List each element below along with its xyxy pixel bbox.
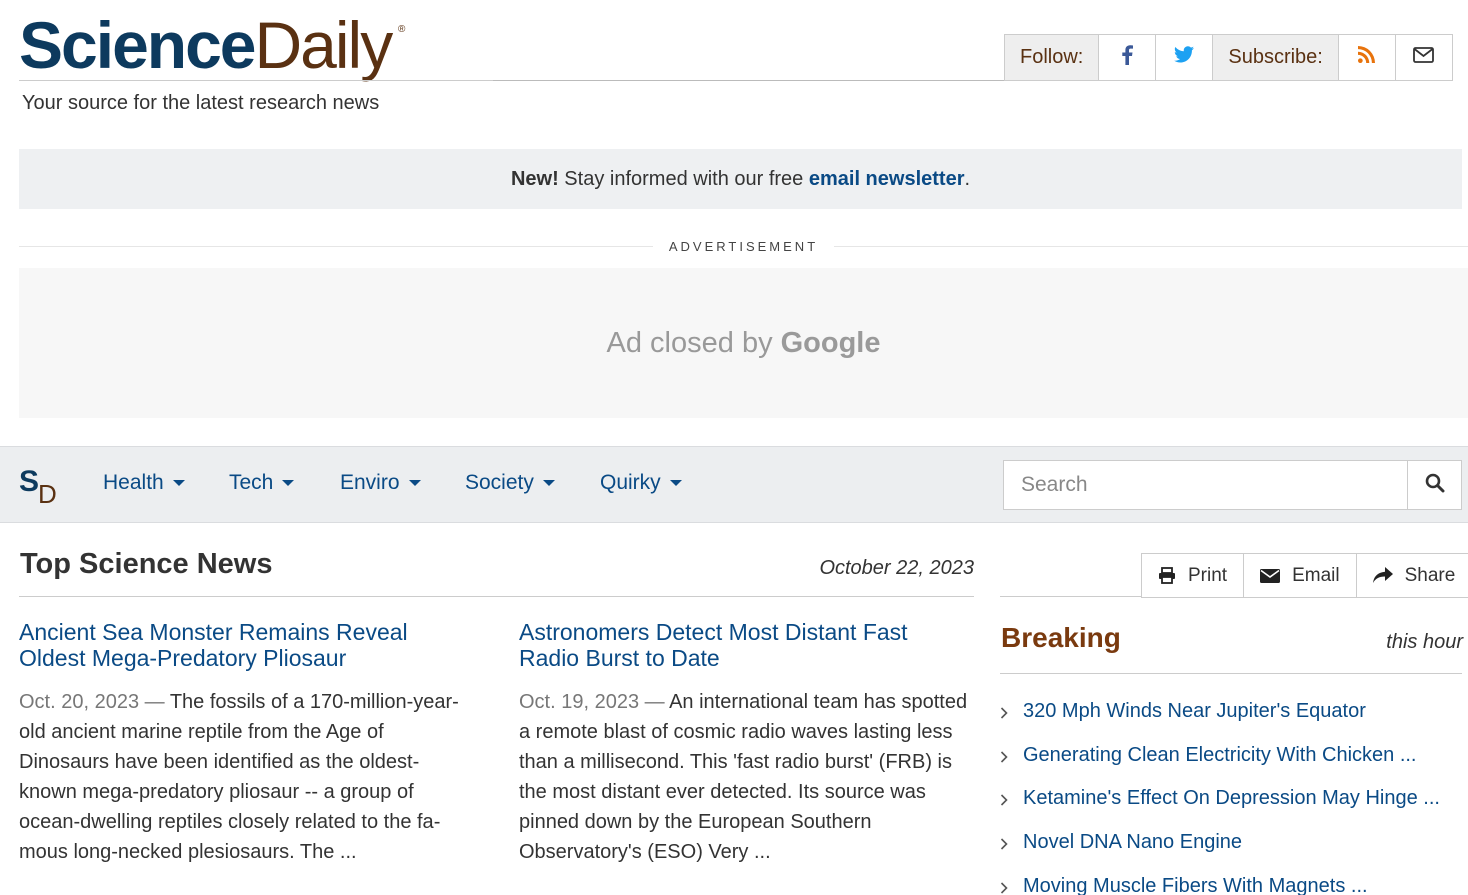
story-headline[interactable]: Ancient Sea Monster Remains Reveal Oldes… xyxy=(19,619,474,671)
nav-item-quirky[interactable]: Quirky xyxy=(600,471,682,495)
story-date: Oct. 20, 2023 xyxy=(19,691,140,713)
nav-item-label: Tech xyxy=(229,471,274,494)
story-headline[interactable]: Astronomers Detect Most Distant Fast Rad… xyxy=(519,619,974,671)
nav-home-logo[interactable]: S D xyxy=(19,465,63,509)
registered-mark: ® xyxy=(398,24,406,35)
envelope-icon xyxy=(1413,46,1435,69)
newsletter-banner: New! Stay informed with our free email n… xyxy=(19,149,1462,209)
logo-daily: Daily xyxy=(254,8,394,82)
breaking-divider xyxy=(1000,673,1462,674)
rss-button[interactable] xyxy=(1337,35,1395,80)
nav-logo-d: D xyxy=(38,479,57,509)
story-summary-text: The fossils of a 170-million-year-old an… xyxy=(19,691,459,863)
search-icon xyxy=(1425,473,1445,498)
share-button[interactable]: Share xyxy=(1355,554,1468,597)
chevron-right-icon xyxy=(1000,875,1023,894)
breaking-item[interactable]: Novel DNA Nano Engine xyxy=(1000,831,1468,875)
breaking-item[interactable]: Moving Muscle Fibers With Magnets ... xyxy=(1000,875,1468,895)
nav-logo-s: S xyxy=(19,465,40,498)
newsletter-link[interactable]: email newsletter xyxy=(809,168,965,191)
caret-down-icon xyxy=(542,480,555,486)
breaking-item-label: Ketamine's Effect On Depression May Hing… xyxy=(1023,787,1440,810)
breaking-item[interactable]: Generating Clean Electricity With Chicke… xyxy=(1000,744,1468,788)
nav-item-society[interactable]: Society xyxy=(465,471,555,495)
follow-label: Follow: xyxy=(1005,35,1099,80)
section-title: Top Science News xyxy=(20,548,273,580)
breaking-item-label: Novel DNA Nano Engine xyxy=(1023,831,1243,854)
new-label: New! xyxy=(510,167,559,190)
email-label: Email xyxy=(1292,564,1340,586)
breaking-list: 320 Mph Winds Near Jupiter's Equator Gen… xyxy=(1000,700,1468,895)
nav-item-label: Quirky xyxy=(600,471,661,494)
nav-item-tech[interactable]: Tech xyxy=(229,471,295,495)
caret-down-icon xyxy=(408,480,421,486)
breaking-item-label: Moving Muscle Fibers With Magnets ... xyxy=(1023,874,1368,895)
header-divider xyxy=(19,80,493,81)
story-card: Astronomers Detect Most Distant Fast Rad… xyxy=(519,619,974,867)
chevron-right-icon xyxy=(1000,700,1023,719)
email-button[interactable]: Email xyxy=(1243,554,1356,597)
section-date: October 22, 2023 xyxy=(819,557,974,579)
story-card: Ancient Sea Monster Remains Reveal Oldes… xyxy=(19,619,474,867)
breaking-item[interactable]: 320 Mph Winds Near Jupiter's Equator xyxy=(1000,700,1468,744)
chevron-right-icon xyxy=(1000,744,1023,763)
header-divider-right xyxy=(493,80,1005,81)
story-date-separator: — xyxy=(639,691,670,713)
ad-slot: Ad closed by Google xyxy=(19,268,1468,418)
sidebar-divider xyxy=(1000,596,1142,597)
follow-subscribe-bar: Follow: Subscribe: xyxy=(1004,34,1453,81)
caret-down-icon xyxy=(172,480,185,486)
ad-closed-text: Ad closed by xyxy=(606,326,773,359)
search-button[interactable] xyxy=(1407,460,1462,510)
story-date: Oct. 19, 2023 xyxy=(519,691,640,713)
search-input[interactable] xyxy=(1003,460,1408,510)
nav-item-health[interactable]: Health xyxy=(103,471,185,495)
nav-item-enviro[interactable]: Enviro xyxy=(340,471,421,495)
share-label: Share xyxy=(1404,564,1456,586)
envelope-icon xyxy=(1260,568,1281,583)
nav-item-label: Health xyxy=(103,471,164,494)
divider xyxy=(19,245,653,247)
story-summary: Oct. 19, 2023 — An international team ha… xyxy=(519,687,974,867)
twitter-icon xyxy=(1174,46,1195,69)
logo-science: Science xyxy=(19,8,256,82)
breaking-item-label: Generating Clean Electricity With Chicke… xyxy=(1023,743,1417,766)
caret-down-icon xyxy=(282,480,295,486)
story-summary-text: An international team has spot­ted a rem… xyxy=(519,691,968,863)
section-divider xyxy=(19,596,974,597)
chevron-right-icon xyxy=(1000,831,1023,850)
breaking-item[interactable]: Ketamine's Effect On Depression May Hing… xyxy=(1000,787,1468,831)
breaking-item-label: 320 Mph Winds Near Jupiter's Equator xyxy=(1023,700,1366,722)
advertisement-label: ADVERTISEMENT xyxy=(668,238,819,254)
subscribe-label: Subscribe: xyxy=(1212,35,1338,80)
nav-item-label: Enviro xyxy=(340,471,400,494)
breaking-title: Breaking xyxy=(1001,622,1121,653)
nav-item-label: Society xyxy=(465,471,534,494)
breaking-timeframe: this hour xyxy=(1386,631,1463,653)
print-label: Print xyxy=(1188,564,1228,586)
divider xyxy=(834,245,1468,247)
google-logo: Google xyxy=(780,326,881,359)
print-icon xyxy=(1159,567,1175,584)
story-summary: Oct. 20, 2023 — The fossils of a 170-mil… xyxy=(19,687,474,867)
tagline: Your source for the latest research news xyxy=(22,92,380,114)
share-icon xyxy=(1372,567,1393,583)
facebook-button[interactable] xyxy=(1098,35,1155,80)
email-subscribe-button[interactable] xyxy=(1394,35,1452,80)
facebook-icon xyxy=(1121,44,1134,71)
newsletter-text: Stay informed with our free xyxy=(558,167,809,190)
newsletter-end: . xyxy=(964,167,971,190)
caret-down-icon xyxy=(669,480,682,486)
twitter-button[interactable] xyxy=(1155,35,1212,80)
story-date-separator: — xyxy=(139,691,170,713)
advertisement-label-row: ADVERTISEMENT xyxy=(19,236,1468,256)
rss-icon xyxy=(1358,46,1376,69)
share-toolbar: Print Email Share xyxy=(1141,553,1468,598)
main-nav: S D Health Tech Enviro Society Quirky xyxy=(0,446,1468,523)
chevron-right-icon xyxy=(1000,787,1023,806)
print-button[interactable]: Print xyxy=(1142,554,1244,597)
site-logo[interactable]: ScienceDaily ® xyxy=(19,12,405,78)
